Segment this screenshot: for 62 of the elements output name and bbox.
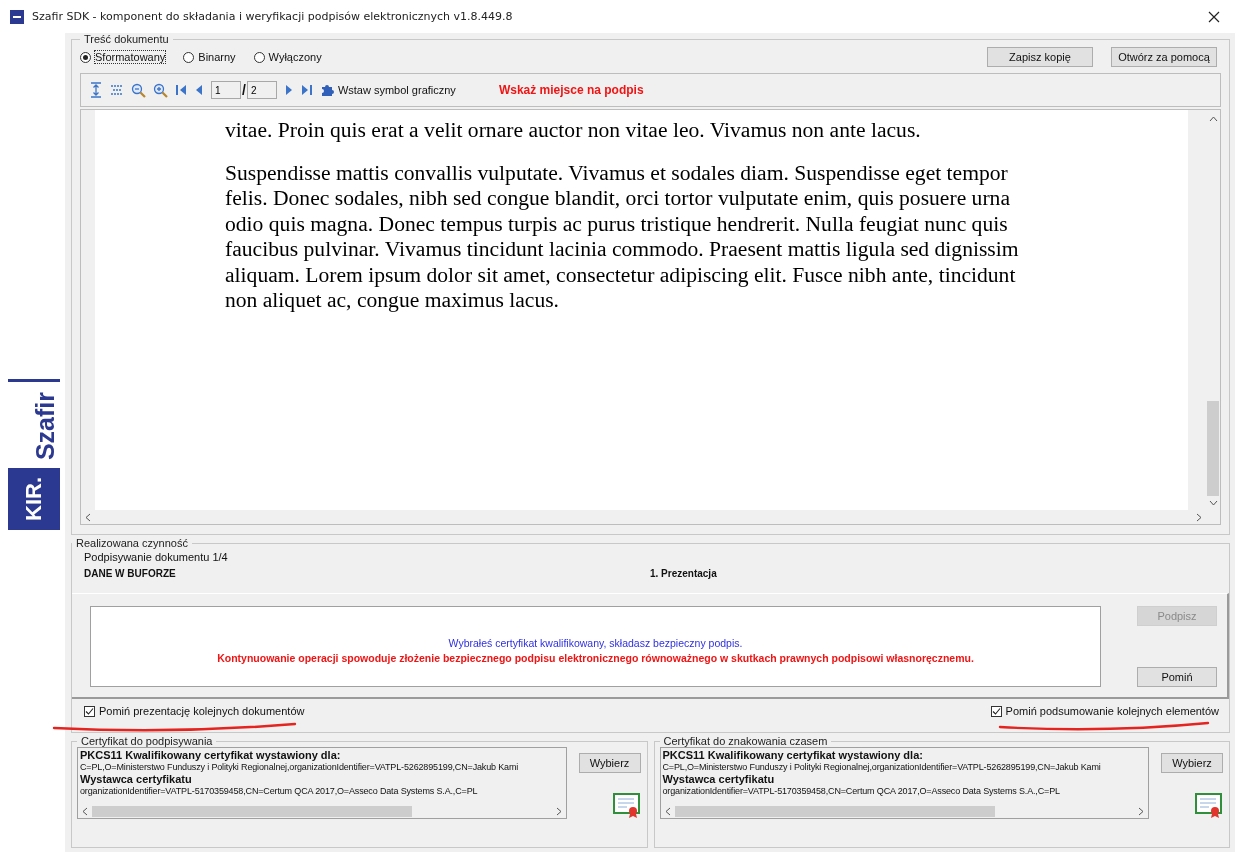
page-field[interactable]: 1 [211, 81, 241, 99]
data-source-label: DANE W BUFORZE [84, 568, 177, 581]
zoom-out-icon[interactable] [131, 82, 146, 98]
page-separator: / [242, 82, 246, 98]
page-count-field[interactable]: 2 [246, 81, 277, 99]
radio-option[interactable]: Wyłączony [253, 51, 322, 63]
step-text: Podpisywanie dokumentu 1/4 [83, 550, 229, 563]
signature-hint: Wskaż miejsce na podpis [498, 83, 644, 97]
scroll-thumb[interactable] [1207, 401, 1219, 496]
close-icon [1208, 10, 1220, 23]
certificate-subject: C=PL,O=Ministerstwo Funduszy i Polityki Regionalnej,organizationIdentifier=VATPL-5262895199,CN=Jakub Kami [80, 761, 520, 773]
insert-symbol-button[interactable]: Wstaw symbol graficzny [319, 83, 456, 97]
app-icon [10, 9, 24, 24]
company-logo: KIR. [8, 468, 60, 531]
group-title: Realizowana czynność [75, 537, 189, 549]
radio-option[interactable]: Binarny [183, 51, 236, 63]
puzzle-icon [319, 83, 334, 97]
certificate-issuer: organizationIdentifier=VATPL-5170359458,CN=Certum QCA 2017,O=Asseco Data Systems S.A.,C=PL [662, 785, 1061, 797]
warning-text: Kontynuowanie operacji spowoduje złożenie bezpiecznego podpisu elektronicznego równoważnego w skutkach prawnych podpisowi własnoręcznemu. [217, 652, 974, 664]
info-text: Wybrałeś certyfikat kwalifikowany, składasz bezpieczny podpis. [448, 637, 743, 649]
scroll-left-icon [82, 807, 88, 816]
last-page-icon[interactable] [300, 83, 313, 97]
choose-button[interactable]: Wybierz [1161, 753, 1223, 773]
certificate-subject: C=PL,O=Ministerstwo Funduszy i Polityki Regionalnej,organizationIdentifier=VATPL-5262895199,CN=Jakub Kami [662, 761, 1102, 773]
toolbar-button[interactable]: Zapisz kopię [987, 47, 1093, 67]
next-page-icon[interactable] [283, 83, 294, 97]
scroll-up-icon [1208, 116, 1218, 122]
certificate-heading: PKCS11 Kwalifikowany certyfikat wystawiony dla: [80, 749, 342, 761]
checkbox[interactable] [990, 705, 1002, 717]
certificate-icon [1195, 793, 1223, 819]
previous-page-icon[interactable] [194, 83, 204, 97]
brand-logo-text: Szafir [30, 392, 60, 461]
scroll-right-icon [1138, 807, 1144, 816]
scroll-thumb[interactable] [674, 806, 995, 817]
checkbox-option[interactable]: Pomiń prezentację kolejnych dokumentów [84, 705, 305, 717]
stage-label: 1. Prezentacja [650, 568, 717, 581]
document-paragraph: Suspendisse mattis convallis vulputate. Vivamus et sodales diam. Suspendisse eget tempor felis. Donec sodales, nibh sed congue blandit, orci tortor vulputate enim, quis posuere urna odio quis magna. Donec tempus turpis ac purus tristique hendrerit. Nulla feugiat nunc quis faucibus pulvinar. Vivamus tincidunt lacinia commodo. Praesent mattis ligula sed dignissim aliquam. Lorem ipsum dolor sit amet, consectetur adipiscing elit. Fusce nibh ante, tincidunt non aliquet ac, congue maximus lacus. [225, 160, 1020, 314]
scroll-thumb[interactable] [92, 806, 412, 817]
scroll-down-icon [1208, 500, 1218, 506]
certificate-issuer: organizationIdentifier=VATPL-5170359458,CN=Certum QCA 2017,O=Asseco Data Systems S.A.,C=PL [80, 785, 479, 797]
group-title: Treść dokumentu [83, 33, 170, 45]
scroll-right-icon [1196, 512, 1202, 522]
group-title: Certyfikat do znakowania czasem [662, 735, 829, 747]
certificate-heading: PKCS11 Kwalifikowany certyfikat wystawiony dla: [662, 749, 924, 761]
fit-height-icon[interactable] [89, 82, 103, 98]
group-title: Certyfikat do podpisywania [80, 735, 214, 747]
radio-option[interactable]: Sformatowany [80, 51, 166, 63]
scroll-left-icon [85, 512, 91, 522]
certificate-icon [612, 793, 641, 819]
checkbox[interactable] [84, 705, 95, 717]
checkbox-option[interactable]: Pomiń podsumowanie kolejnych elementów [990, 705, 1219, 717]
issuer-heading: Wystawca certyfikatu [662, 773, 776, 785]
choose-button[interactable]: Wybierz [578, 753, 641, 773]
zoom-in-icon[interactable] [153, 82, 168, 98]
window-title: Szafir SDK - komponent do składania i weryfikacji podpisów elektronicznych v1.8.449.8 [32, 10, 513, 23]
scroll-left-icon [664, 807, 671, 816]
action-button[interactable]: Pomiń [1137, 667, 1217, 687]
document-paragraph: vitae. Proin quis erat a velit ornare auctor non vitae leo. Vivamus non ante lacus. [225, 118, 922, 144]
first-page-icon[interactable] [175, 83, 187, 97]
toolbar-button[interactable]: Otwórz za pomocą [1111, 47, 1217, 67]
scroll-right-icon [555, 807, 562, 816]
issuer-heading: Wystawca certyfikatu [80, 773, 193, 785]
